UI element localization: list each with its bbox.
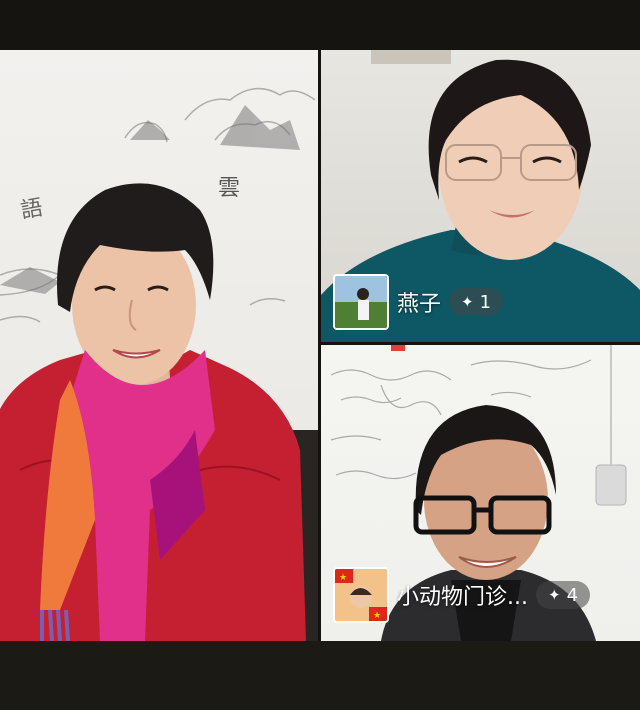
svg-text:雲: 雲 [218, 176, 240, 201]
video-frame-left: 雲 語 [0, 87, 318, 641]
video-tile-right-top[interactable]: 燕子 ✦ 1 [321, 50, 640, 342]
bottom-bar [0, 641, 640, 710]
gift-count-badge[interactable]: ✦ 4 [535, 581, 591, 609]
participant-name: 燕子 [397, 292, 442, 317]
svg-text:★: ★ [339, 573, 347, 583]
participant-label-right-top: 燕子 ✦ 1 [333, 274, 504, 330]
svg-text:★: ★ [373, 611, 381, 621]
video-tile-left[interactable]: 雲 語 [0, 50, 318, 641]
avatar-photo-child-flag: ★ ★ [335, 569, 387, 621]
svg-text:語: 語 [19, 195, 45, 223]
video-tile-right-bottom[interactable]: ★ ★ 小动物门诊... ✦ 4 [321, 345, 640, 641]
sparkle-icon: ✦ [461, 293, 474, 311]
avatar [333, 274, 389, 330]
sparkle-icon: ✦ [547, 586, 561, 604]
avatar-photo-outdoor [335, 276, 387, 328]
participant-label-right-bottom: ★ ★ 小动物门诊... ✦ 4 [333, 567, 591, 623]
participant-name: 小动物门诊... [397, 585, 528, 610]
badge-count: 1 [479, 291, 492, 313]
avatar: ★ ★ [333, 567, 389, 623]
badge-count: 4 [566, 584, 579, 606]
gift-count-badge[interactable]: ✦ 1 [449, 288, 504, 316]
top-bar [0, 0, 640, 50]
